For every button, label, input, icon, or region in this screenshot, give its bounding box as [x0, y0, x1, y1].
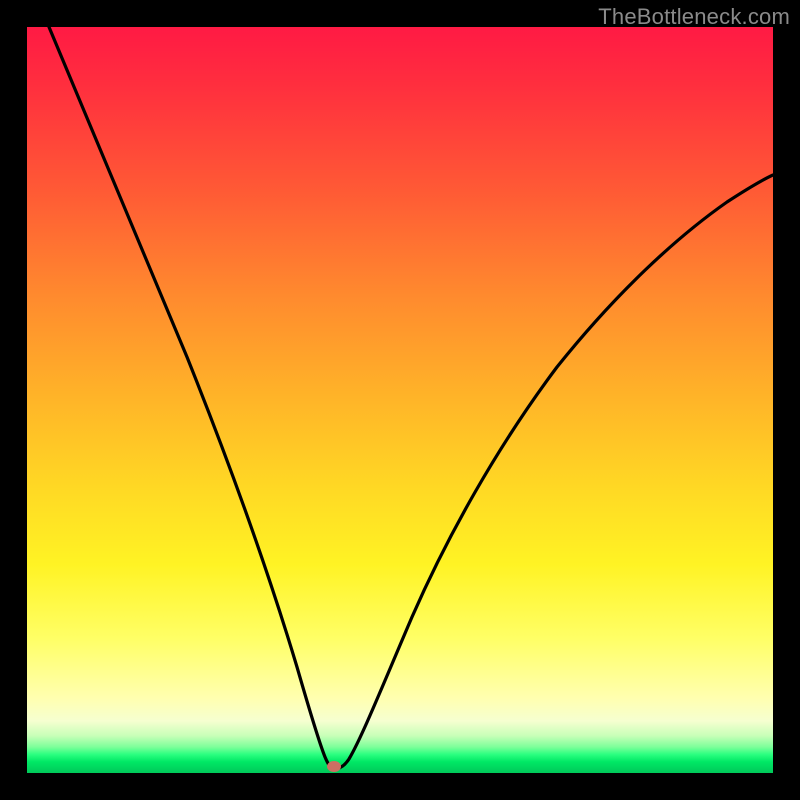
- curve-path: [49, 27, 773, 769]
- plot-area: [27, 27, 773, 773]
- chart-frame: TheBottleneck.com: [0, 0, 800, 800]
- watermark-text: TheBottleneck.com: [598, 4, 790, 30]
- optimal-point-marker: [327, 761, 341, 772]
- bottleneck-curve: [27, 27, 773, 773]
